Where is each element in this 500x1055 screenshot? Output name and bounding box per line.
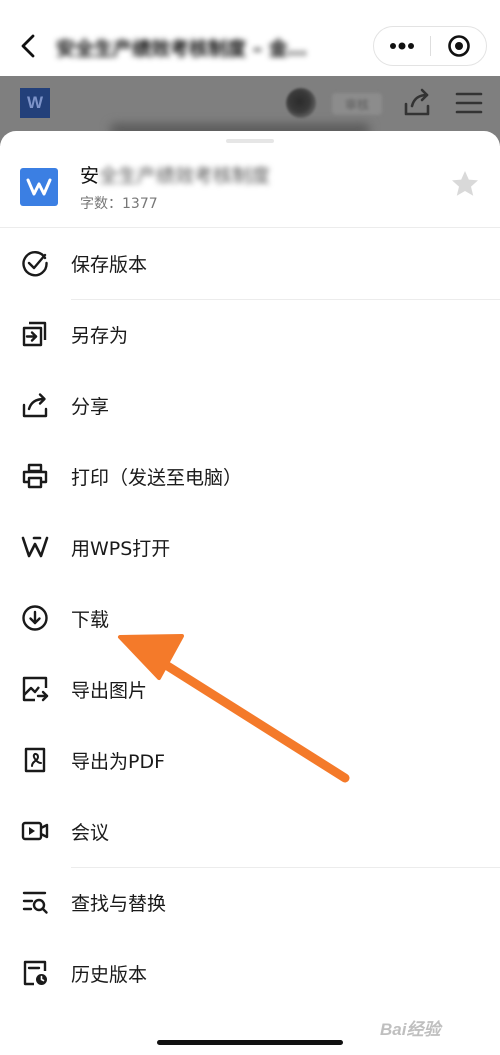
menu-item-label: 历史版本 — [71, 964, 148, 986]
wps-icon — [21, 536, 49, 558]
wps-logo-icon: W — [20, 88, 50, 118]
avatar — [286, 88, 316, 118]
target-close-icon — [448, 35, 470, 57]
menu-item-label: 分享 — [71, 396, 110, 418]
menu-item-label: 打印（发送至电脑） — [71, 467, 243, 489]
hamburger-menu-icon — [455, 92, 483, 114]
file-name: 安全生产绩效考核制度 — [80, 161, 380, 187]
home-indicator[interactable] — [157, 1040, 343, 1045]
menu-item-label: 会议 — [71, 822, 110, 844]
menu-item-download[interactable]: 下载 — [0, 583, 500, 654]
more-dots-icon — [390, 42, 414, 50]
menu-item-label: 另存为 — [71, 325, 129, 347]
word-count: 字数：1377 — [80, 196, 158, 212]
export-pdf-icon — [24, 747, 46, 773]
file-name-visible: 安 — [80, 165, 100, 187]
menu-item-export-pdf[interactable]: 导出为PDF — [0, 725, 500, 796]
divider — [71, 867, 500, 868]
menu-item-save-as[interactable]: 另存为 — [0, 299, 500, 370]
document-title: 安全生产绩效考核制度 – 金… — [56, 38, 307, 60]
menu-item-label: 查找与替换 — [71, 893, 167, 915]
menu-item-label: 导出为PDF — [71, 751, 166, 773]
menu-item-export-image[interactable]: 导出图片 — [0, 654, 500, 725]
history-icon — [23, 960, 47, 986]
menu-item-label: 用WPS打开 — [71, 538, 171, 560]
download-icon — [22, 605, 48, 631]
chevron-left-icon — [21, 34, 35, 58]
menu-item-history-version[interactable]: 历史版本 — [0, 938, 500, 1009]
mini-program-capsule — [373, 26, 487, 66]
back-button[interactable] — [14, 30, 42, 62]
menu-item-meeting[interactable]: 会议 — [0, 796, 500, 867]
meeting-icon — [21, 821, 49, 841]
menu-item-find-replace[interactable]: 查找与替换 — [0, 867, 500, 938]
share-icon — [22, 393, 48, 418]
menu-item-print[interactable]: 打印（发送至电脑） — [0, 441, 500, 512]
file-info-header: 安全生产绩效考核制度 字数：1377 — [0, 131, 500, 227]
save-as-icon — [22, 321, 47, 347]
divider — [71, 299, 500, 300]
check-circle-icon — [22, 251, 48, 277]
more-button[interactable] — [374, 27, 430, 65]
wps-doc-icon — [20, 168, 58, 206]
menu-item-open-with-wps[interactable]: 用WPS打开 — [0, 512, 500, 583]
baidu-jingyan-watermark: Bai经验 — [380, 1019, 441, 1039]
menu-item-label: 导出图片 — [71, 680, 148, 702]
menu-item-share[interactable]: 分享 — [0, 370, 500, 441]
star-favorite-icon[interactable] — [450, 169, 480, 199]
close-mini-program-button[interactable] — [431, 27, 487, 65]
mini-program-title-bar: 安全生产绩效考核制度 – 金… — [0, 0, 500, 76]
find-replace-icon — [22, 891, 48, 914]
printer-icon — [22, 463, 48, 489]
collab-button: 审核 — [332, 93, 382, 115]
menu-item-save-version[interactable]: 保存版本 — [0, 228, 500, 299]
export-image-icon — [22, 676, 49, 702]
file-name-redacted: 全生产绩效考核制度 — [99, 165, 271, 187]
share-icon — [404, 88, 430, 116]
menu-item-label: 下载 — [71, 609, 110, 631]
menu-item-label: 保存版本 — [71, 254, 148, 276]
action-sheet: 安全生产绩效考核制度 字数：1377 保存版本 另存为 分享 打印（发送至电脑）… — [0, 131, 500, 1055]
